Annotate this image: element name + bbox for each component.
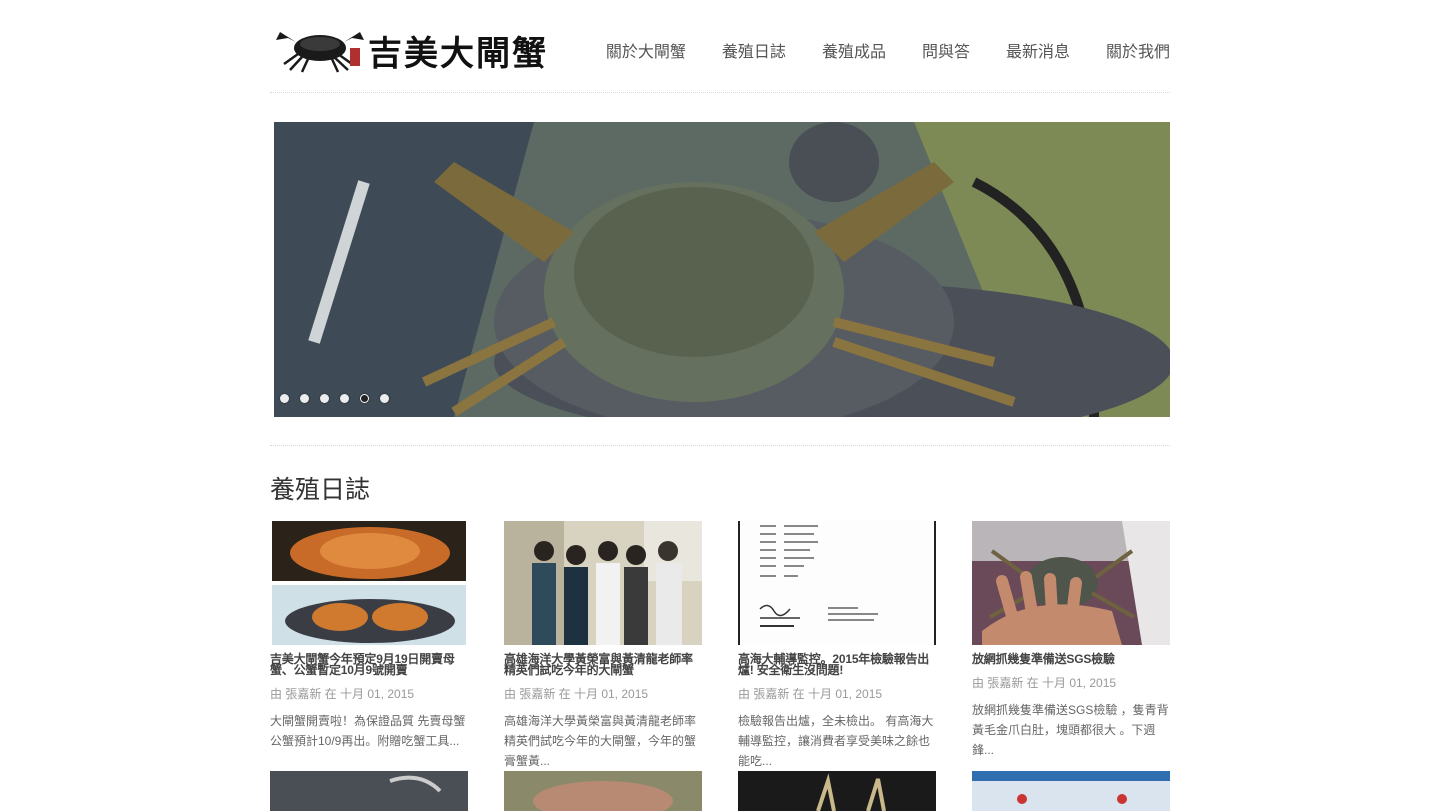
slider-dot[interactable] — [340, 394, 349, 403]
slider-dot-active[interactable] — [360, 394, 369, 403]
thumbnail-image — [504, 771, 702, 811]
report-document-image — [738, 521, 936, 645]
post-excerpt: 大閘蟹開賣啦！為保證品質 先賣母蟹公蟹預計10/9再出。附贈吃蟹工具... — [270, 714, 466, 748]
nav-item-farming-log[interactable]: 養殖日誌 — [722, 38, 786, 62]
nav-item-products[interactable]: 養殖成品 — [822, 38, 886, 62]
post-card: 高海大輔導監控。2015年檢驗報告出爐! 安全衛生沒問題! 由 張嘉新 在 十月… — [738, 521, 936, 771]
crab-in-hand-image — [972, 521, 1170, 645]
post-meta: 由 張嘉新 在 十月 01, 2015 — [738, 687, 883, 701]
post-title[interactable]: 高雄海洋大學黃榮富與黃清龍老師率精英們試吃今年的大閘蟹 — [504, 653, 702, 676]
nav-item-faq[interactable]: 問與答 — [922, 38, 970, 62]
slider-dot[interactable] — [280, 394, 289, 403]
post-card: 高雄海洋大學黃榮富與黃清龍老師率精英們試吃今年的大閘蟹 由 張嘉新 在 十月 0… — [504, 521, 702, 771]
nav-item-news[interactable]: 最新消息 — [1006, 38, 1070, 62]
site-logo[interactable]: 吉美大閘蟹 — [274, 20, 546, 74]
crab-logo-icon — [276, 32, 364, 73]
post-meta: 由 張嘉新 在 十月 01, 2015 — [270, 687, 415, 701]
slider-dots — [280, 394, 400, 403]
group-photo-image — [504, 521, 702, 645]
page-container: 吉美大閘蟹 關於大閘蟹 養殖日誌 養殖成品 問與答 最新消息 關於我們 養殖日誌… — [270, 0, 1170, 811]
post-meta: 由 張嘉新 在 十月 01, 2015 — [972, 676, 1117, 690]
thumbnail-image — [270, 771, 468, 811]
slider-dot[interactable] — [380, 394, 389, 403]
post-thumbnail-next[interactable] — [270, 771, 468, 811]
nav-item-about-crab[interactable]: 關於大閘蟹 — [606, 38, 686, 62]
post-thumbnail-next[interactable] — [504, 771, 702, 811]
site-header: 吉美大閘蟹 關於大閘蟹 養殖日誌 養殖成品 問與答 最新消息 關於我們 — [270, 0, 1170, 93]
hero-crab-image — [274, 122, 1170, 417]
post-meta: 由 張嘉新 在 十月 01, 2015 — [504, 687, 649, 701]
hero-slider[interactable] — [274, 122, 1170, 417]
slider-dot[interactable] — [300, 394, 309, 403]
main-nav: 關於大閘蟹 養殖日誌 養殖成品 問與答 最新消息 關於我們 — [570, 38, 1170, 62]
post-card: 吉美大閘蟹今年預定9月19日開賣母蟹、公蟹暫定10月9號開賣 由 張嘉新 在 十… — [270, 521, 468, 751]
post-thumbnail[interactable] — [972, 521, 1170, 645]
post-thumbnail-next[interactable] — [738, 771, 936, 811]
post-title[interactable]: 放網抓幾隻準備送SGS檢驗 — [972, 653, 1170, 665]
post-thumbnail[interactable] — [270, 521, 468, 645]
nav-item-about-us[interactable]: 關於我們 — [1106, 38, 1170, 62]
post-excerpt: 放網抓幾隻準備送SGS檢驗 ，隻青背黃毛金爪白肚，塊頭都很大 。下週鋒... — [972, 703, 1169, 757]
logo-text: 吉美大閘蟹 — [368, 34, 548, 74]
post-title[interactable]: 高海大輔導監控。2015年檢驗報告出爐! 安全衛生沒問題! — [738, 653, 936, 676]
crab-dish-image — [270, 521, 468, 645]
post-card: 放網抓幾隻準備送SGS檢驗 由 張嘉新 在 十月 01, 2015 放網抓幾隻準… — [972, 521, 1170, 760]
thumbnail-image — [972, 771, 1170, 811]
section-title: 養殖日誌 — [270, 476, 371, 504]
post-thumbnail-next[interactable] — [972, 771, 1170, 811]
post-title[interactable]: 吉美大閘蟹今年預定9月19日開賣母蟹、公蟹暫定10月9號開賣 — [270, 653, 468, 676]
section-divider — [270, 445, 1170, 446]
slider-dot[interactable] — [320, 394, 329, 403]
post-thumbnail[interactable] — [738, 521, 936, 645]
post-excerpt: 檢驗報告出爐，全未檢出。 有高海大輔導監控，讓消費者享受美味之餘也能吃... — [738, 714, 934, 768]
thumbnail-image — [738, 771, 936, 811]
post-excerpt: 高雄海洋大學黃榮富與黃清龍老師率精英們試吃今年的大閘蟹，今年的蟹膏蟹黃... — [504, 714, 697, 768]
post-thumbnail[interactable] — [504, 521, 702, 645]
